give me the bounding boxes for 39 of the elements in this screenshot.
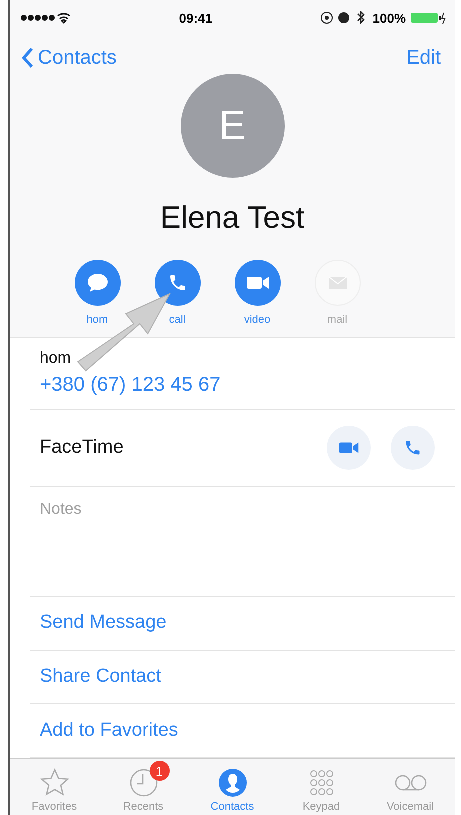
notification-badge: 1	[150, 761, 170, 782]
clock-icon	[128, 768, 158, 798]
video-camera-icon	[338, 441, 360, 456]
envelope-icon	[328, 276, 348, 290]
action-label: call	[169, 314, 186, 326]
speech-bubble-icon	[86, 273, 108, 293]
action-label: video	[244, 314, 271, 326]
action-label: mail	[327, 314, 348, 326]
back-link[interactable]: Contacts	[22, 46, 117, 70]
phone-number-link[interactable]: +380 (67) 123 45 67	[40, 374, 221, 398]
contact-action-link[interactable]: Send Message	[30, 596, 455, 651]
tab-bar-item[interactable]: Voicemail	[366, 759, 455, 815]
person-icon	[218, 768, 248, 798]
signal-wifi-icon	[20, 12, 72, 24]
tab-bar-item[interactable]: Recents 1	[99, 759, 188, 815]
avatar: E	[180, 74, 284, 178]
phone-icon	[404, 439, 422, 458]
action-button[interactable]	[74, 260, 120, 306]
contact-action-link[interactable]: Share Contact	[30, 650, 455, 704]
edit-link[interactable]: Edit	[406, 46, 441, 70]
back-label[interactable]: Contacts	[38, 46, 117, 70]
back-chevron-icon	[22, 47, 34, 69]
contact-name: Elena Test	[160, 200, 305, 236]
tab-bar-item[interactable]: Keypad	[277, 759, 366, 815]
tab-bar-item[interactable]: Contacts	[188, 759, 277, 815]
phone-type-label: hom	[40, 350, 72, 368]
action-button[interactable]	[154, 260, 200, 306]
battery-percent: 100%	[372, 10, 406, 26]
facetime-label: FaceTime	[40, 437, 125, 460]
star-icon	[40, 768, 70, 798]
tab-bar-item[interactable]: Favorites	[10, 759, 99, 815]
action-label: hom	[86, 314, 108, 326]
battery-icon	[411, 12, 447, 24]
action-button[interactable]	[234, 260, 280, 306]
phone-icon	[168, 273, 188, 293]
video-camera-icon	[246, 275, 270, 291]
status-time: 09:41	[179, 10, 212, 26]
facetime-audio-button[interactable]	[391, 426, 435, 470]
facetime-video-button[interactable]	[327, 426, 371, 470]
